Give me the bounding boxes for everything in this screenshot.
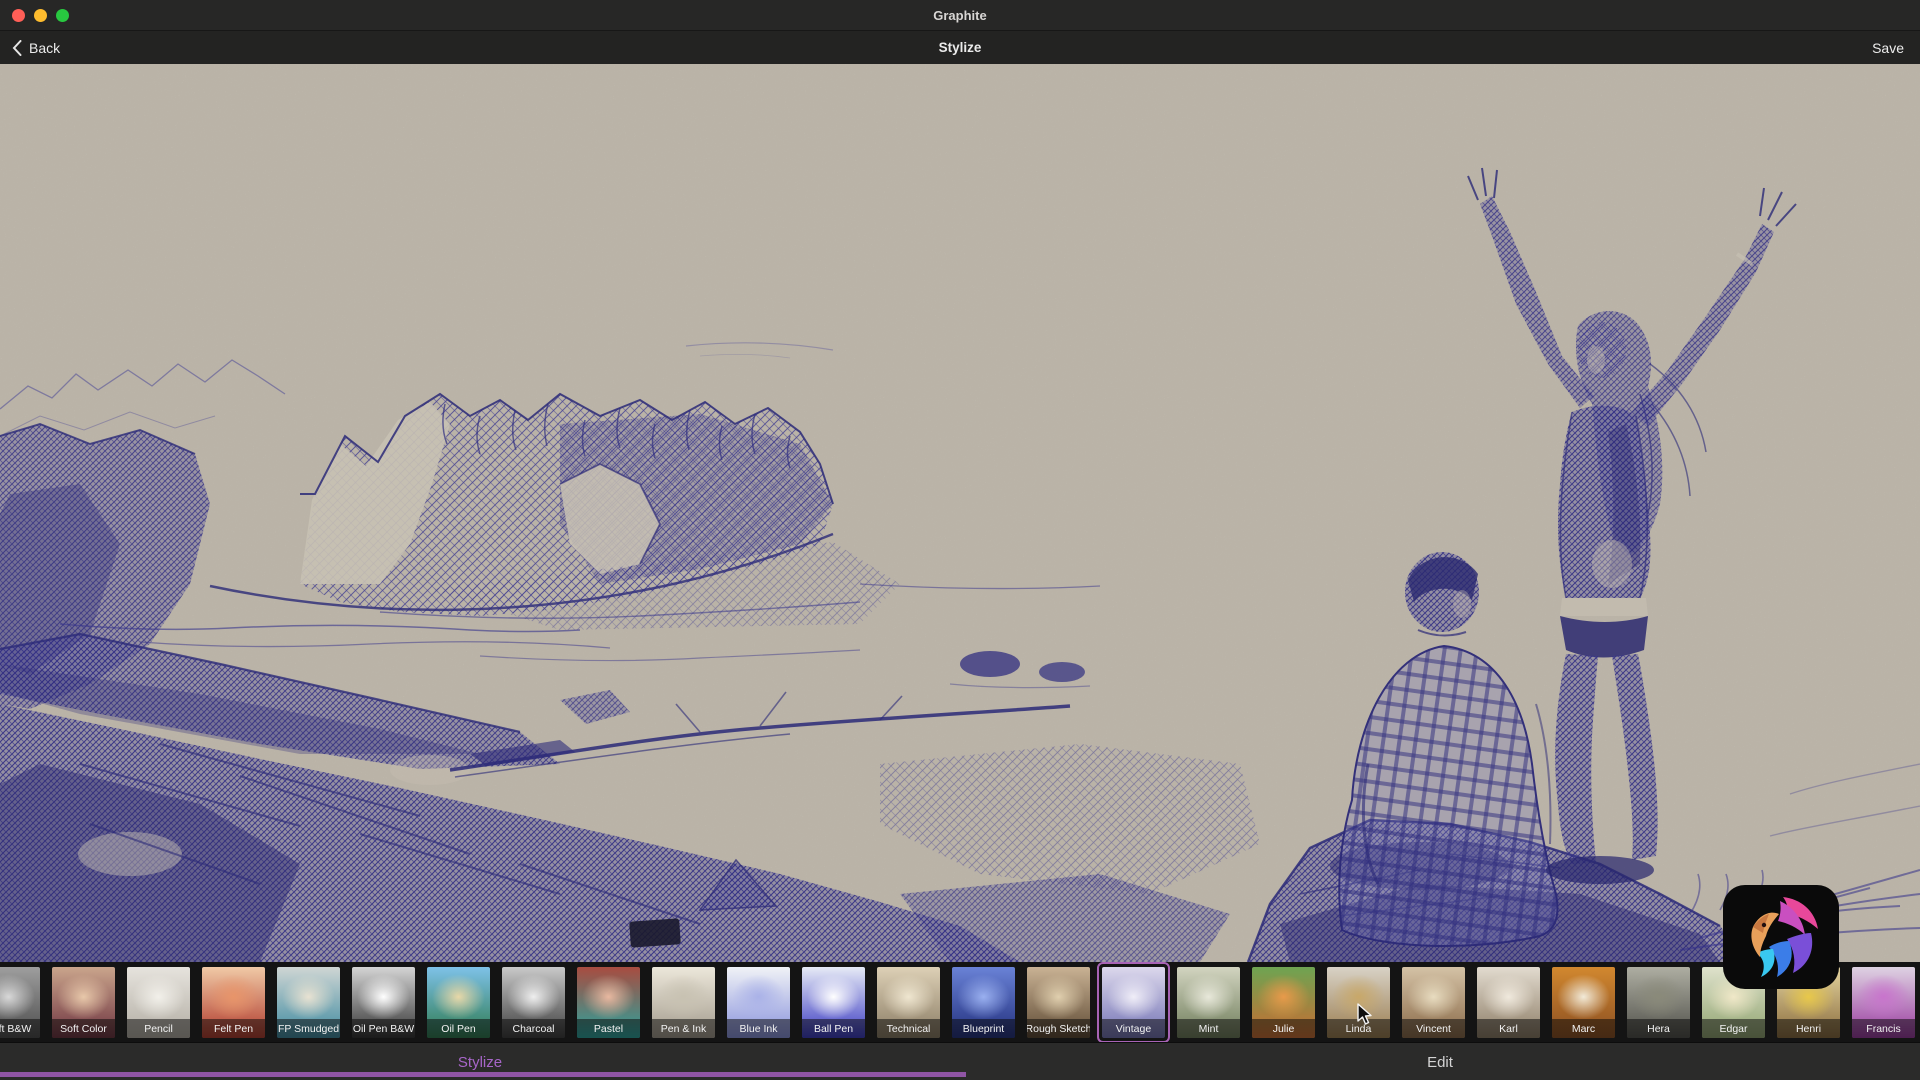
filter-label: Henri bbox=[1777, 1019, 1840, 1038]
filter-label: Pastel bbox=[577, 1019, 640, 1038]
filter-thumb-rough-sketch[interactable]: Rough Sketch bbox=[1027, 967, 1090, 1038]
filter-label: Pen & Ink bbox=[652, 1019, 715, 1038]
graphite-lion-logo bbox=[1723, 885, 1839, 989]
filter-label: Edgar bbox=[1702, 1019, 1765, 1038]
filter-thumb-pastel[interactable]: Pastel bbox=[577, 967, 640, 1038]
mouse-pointer bbox=[1356, 1003, 1374, 1032]
graphite-app-window: { "window": { "title": "Graphite", "traf… bbox=[0, 0, 1920, 1080]
filter-thumb-blueprint[interactable]: Blueprint bbox=[952, 967, 1015, 1038]
filter-thumb-hera[interactable]: Hera bbox=[1627, 967, 1690, 1038]
filter-label: Blueprint bbox=[952, 1019, 1015, 1038]
tab-edit[interactable]: Edit bbox=[960, 1043, 1920, 1080]
filter-label: Ball Pen bbox=[802, 1019, 865, 1038]
filter-thumb-vintage[interactable]: Vintage bbox=[1102, 967, 1165, 1038]
filter-label: Karl bbox=[1477, 1019, 1540, 1038]
filter-thumb-soft-b-w[interactable]: Soft B&W bbox=[0, 967, 40, 1038]
filter-thumb-oil-pen[interactable]: Oil Pen bbox=[427, 967, 490, 1038]
filter-thumb-technical[interactable]: Technical bbox=[877, 967, 940, 1038]
filter-thumb-marc[interactable]: Marc bbox=[1552, 967, 1615, 1038]
filter-thumb-pencil[interactable]: Pencil bbox=[127, 967, 190, 1038]
filter-thumb-francis[interactable]: Francis bbox=[1852, 967, 1915, 1038]
stylized-image-preview bbox=[0, 64, 1920, 962]
filter-label: Vincent bbox=[1402, 1019, 1465, 1038]
save-button-label: Save bbox=[1872, 40, 1904, 56]
filter-label: Julie bbox=[1252, 1019, 1315, 1038]
filter-thumb-charcoal[interactable]: Charcoal bbox=[502, 967, 565, 1038]
filter-label: Soft B&W bbox=[0, 1019, 40, 1038]
filter-thumb-mint[interactable]: Mint bbox=[1177, 967, 1240, 1038]
mode-tab-bar: Stylize Edit bbox=[0, 1042, 1920, 1080]
filter-thumb-soft-color[interactable]: Soft Color bbox=[52, 967, 115, 1038]
save-button[interactable]: Save bbox=[1872, 31, 1904, 64]
ink-sketch-artwork bbox=[0, 64, 1920, 962]
active-tab-underline bbox=[0, 1072, 966, 1077]
filter-label: Rough Sketch bbox=[1027, 1019, 1090, 1038]
filter-label: Soft Color bbox=[52, 1019, 115, 1038]
filter-label: Blue Ink bbox=[727, 1019, 790, 1038]
tab-edit-label: Edit bbox=[1427, 1054, 1453, 1071]
filter-thumb-vincent[interactable]: Vincent bbox=[1402, 967, 1465, 1038]
filter-thumb-oil-pen-b-w[interactable]: Oil Pen B&W bbox=[352, 967, 415, 1038]
page-title: Stylize bbox=[0, 31, 1920, 64]
toolbar: Back Stylize Save bbox=[0, 31, 1920, 64]
filter-thumb-julie[interactable]: Julie bbox=[1252, 967, 1315, 1038]
filter-label: Charcoal bbox=[502, 1019, 565, 1038]
tab-stylize-label: Stylize bbox=[458, 1054, 502, 1071]
filter-strip: Soft B&W Soft Color Pencil Felt Pen FP Smudg… bbox=[0, 967, 1915, 1038]
filter-label: Oil Pen B&W bbox=[352, 1019, 415, 1038]
filter-thumb-pen-ink[interactable]: Pen & Ink bbox=[652, 967, 715, 1038]
filter-label: Vintage bbox=[1102, 1019, 1165, 1038]
filter-label: Felt Pen bbox=[202, 1019, 265, 1038]
title-bar: Graphite bbox=[0, 0, 1920, 31]
filter-thumb-fp-smudged[interactable]: FP Smudged bbox=[277, 967, 340, 1038]
filter-label: Oil Pen bbox=[427, 1019, 490, 1038]
filter-label: Marc bbox=[1552, 1019, 1615, 1038]
filter-thumb-ball-pen[interactable]: Ball Pen bbox=[802, 967, 865, 1038]
app-title: Graphite bbox=[0, 0, 1920, 30]
filter-label: Francis bbox=[1852, 1019, 1915, 1038]
filter-label: Pencil bbox=[127, 1019, 190, 1038]
filter-label: Mint bbox=[1177, 1019, 1240, 1038]
filter-label: FP Smudged bbox=[277, 1019, 340, 1038]
filter-thumb-blue-ink[interactable]: Blue Ink bbox=[727, 967, 790, 1038]
filter-thumb-felt-pen[interactable]: Felt Pen bbox=[202, 967, 265, 1038]
filter-label: Hera bbox=[1627, 1019, 1690, 1038]
filter-thumb-karl[interactable]: Karl bbox=[1477, 967, 1540, 1038]
lion-icon bbox=[1723, 885, 1839, 989]
filter-strip-container: Soft B&W Soft Color Pencil Felt Pen FP Smudg… bbox=[0, 962, 1920, 1042]
filter-label: Technical bbox=[877, 1019, 940, 1038]
